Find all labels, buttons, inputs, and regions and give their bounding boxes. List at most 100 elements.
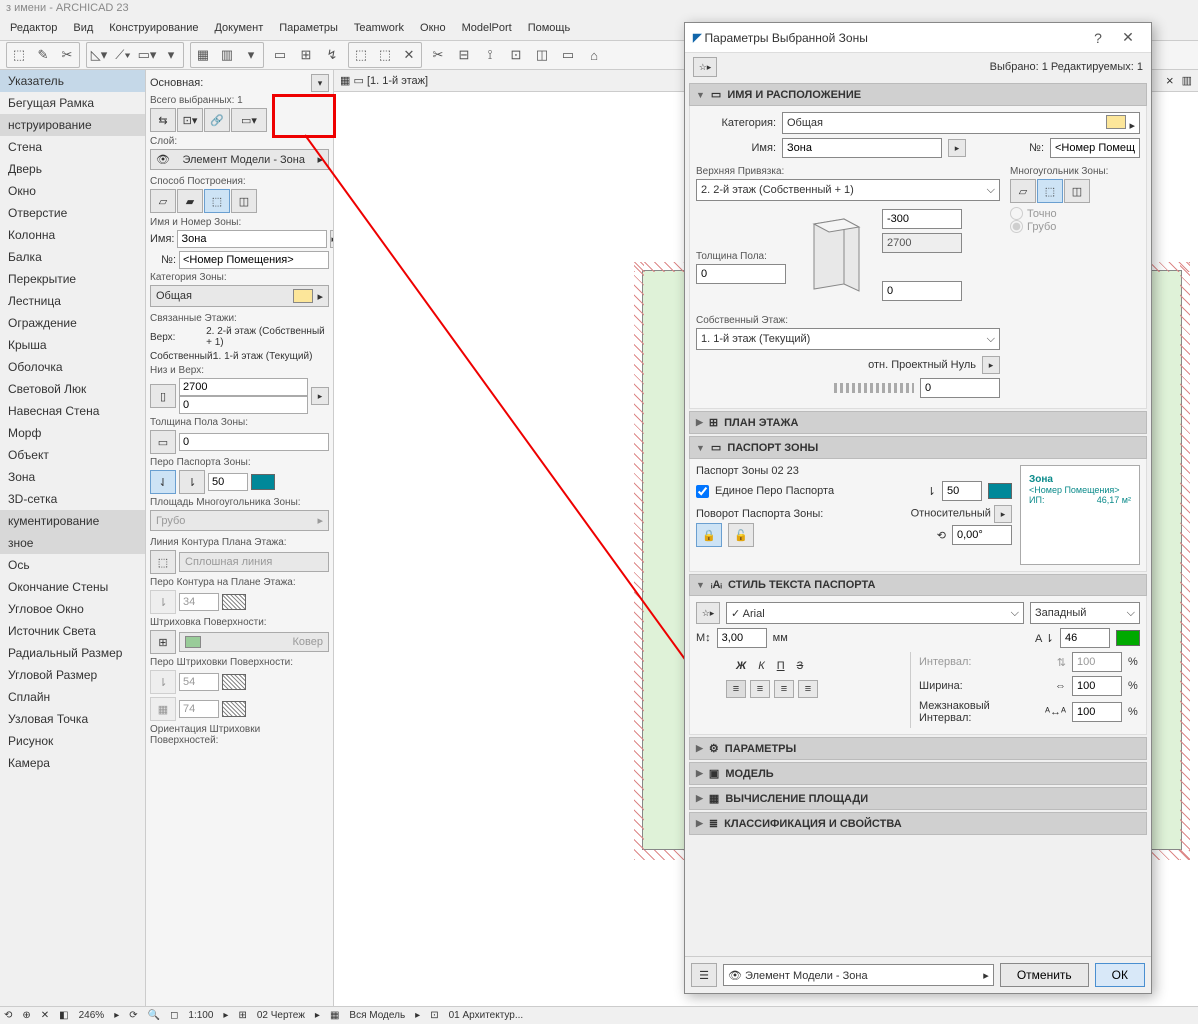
tool-btn[interactable]: ⊡ [504,43,528,67]
group-header-design[interactable]: нструирование [0,114,145,136]
tool-btn[interactable]: ⟋▾ [111,43,135,67]
geom-method-btn[interactable]: ◫ [231,189,257,213]
ok-button[interactable]: ОК [1095,963,1145,987]
tool-roof[interactable]: Крыша [0,334,145,356]
tool-railing[interactable]: Ограждение [0,312,145,334]
status-icon[interactable]: ⊡ [430,1010,438,1021]
tab-list-btn[interactable]: ▥ [1182,74,1192,87]
char-spacing-input[interactable] [1072,702,1122,722]
arrow-btn[interactable]: ▸ [948,139,966,157]
tool-radial-dim[interactable]: Радиальный Размер [0,642,145,664]
favorite-button[interactable]: ☆▸ [693,57,717,77]
section-area-calc[interactable]: ▶▦ВЫЧИСЛЕНИЕ ПЛОЩАДИ [689,787,1147,810]
text-pen-input[interactable] [1060,628,1110,648]
hatch-toggle[interactable]: ⊞ [150,630,176,654]
menu-item[interactable]: Документ [214,22,263,38]
pen-btn[interactable]: ⇂ [179,470,205,494]
menu-item[interactable]: Параметры [279,22,338,38]
model-scope[interactable]: Вся Модель [349,1010,405,1021]
zoom-value[interactable]: 246% [79,1010,105,1021]
dialog-title-bar[interactable]: ◤ Параметры Выбранной Зоны ? ✕ [685,23,1151,53]
bold-btn[interactable]: Ж [736,660,746,672]
scale-value[interactable]: 1:100 [188,1010,213,1021]
view-name[interactable]: 02 Чертеж [257,1010,305,1021]
hatch-dropdown[interactable]: Ковер [179,632,329,652]
menu-item[interactable]: Редактор [10,22,57,38]
status-icon[interactable]: 🔍 [148,1010,160,1021]
tool-btn[interactable]: ✕ [397,43,421,67]
tool-object[interactable]: Объект [0,444,145,466]
menu-item[interactable]: Конструирование [109,22,198,38]
tool-zone[interactable]: Зона [0,466,145,488]
tool-btn[interactable]: ✎ [31,43,55,67]
zone-number-input[interactable] [179,251,329,269]
menu-item[interactable]: ModelPort [462,22,512,38]
poly-method-btn[interactable]: ◫ [1064,179,1090,203]
tool-btn[interactable]: ⬚ [7,43,31,67]
tool-btn[interactable]: ◺▾ [87,43,111,67]
pen-swatch[interactable] [222,594,246,610]
align-center-btn[interactable]: ≡ [750,680,770,698]
cancel-button[interactable]: Отменить [1000,963,1089,987]
section-text-style[interactable]: ▼ᵢAᵢСТИЛЬ ТЕКСТА ПАСПОРТА [689,574,1147,596]
tool-btn[interactable]: ✂ [426,43,450,67]
tool-lamp[interactable]: Источник Света [0,620,145,642]
rotate-mode-btn[interactable]: 🔒 [696,523,722,547]
floor-thickness-input[interactable] [179,433,329,451]
align-left-btn[interactable]: ≡ [726,680,746,698]
info-btn[interactable]: ⊡▾ [177,108,203,132]
tool-cornerwindow[interactable]: Угловое Окно [0,598,145,620]
arrow-btn[interactable]: ▸ [311,387,329,405]
radio-rough[interactable]: Грубо [1010,220,1140,233]
tool-column[interactable]: Колонна [0,224,145,246]
pen-swatch[interactable] [1116,630,1140,646]
menu-item[interactable]: Вид [73,22,93,38]
section-model[interactable]: ▶▣МОДЕЛЬ [689,762,1147,785]
tool-mesh[interactable]: 3D-сетка [0,488,145,510]
hatch-pen-input[interactable] [179,673,219,691]
pen-swatch[interactable] [988,483,1012,499]
category-dropdown[interactable]: Общая▸ [150,285,329,307]
align-right-btn[interactable]: ≡ [774,680,794,698]
tool-beam[interactable]: Балка [0,246,145,268]
status-icon[interactable]: ◧ [59,1010,68,1021]
document-tab[interactable]: [1. 1-й этаж] [367,75,428,87]
radio-exact[interactable]: Точно [1010,207,1140,220]
tool-btn[interactable]: ▾ [159,43,183,67]
stamp-pen-input[interactable] [208,473,248,491]
status-icon[interactable]: ▦ [330,1010,339,1021]
tool-pointer[interactable]: Указатель [0,70,145,92]
tool-btn[interactable]: ⌂ [582,43,606,67]
layer-select[interactable]: Элемент Модели - Зона▸ [723,964,994,986]
status-icon[interactable]: ◻ [170,1010,178,1021]
section-classification[interactable]: ▶≣КЛАССИФИКАЦИЯ И СВОЙСТВА [689,812,1147,835]
tool-spline[interactable]: Сплайн [0,686,145,708]
infobox-menu-btn[interactable]: ▾ [311,74,329,92]
info-btn[interactable]: 🔗 [204,108,230,132]
tool-grid[interactable]: Ось [0,554,145,576]
linetype-dropdown[interactable]: Сплошная линия [179,552,329,572]
status-icon[interactable]: ⊕ [22,1010,30,1021]
tool-angle-dim[interactable]: Угловой Размер [0,664,145,686]
close-tab-btn[interactable]: × [1166,73,1174,88]
geom-method-btn[interactable]: ⬚ [204,189,230,213]
tool-btn[interactable]: ⬚ [349,43,373,67]
favorite-btn[interactable]: ☆▸ [696,602,720,624]
outline-icon[interactable]: ⬚ [150,550,176,574]
tool-btn[interactable]: ↯ [320,43,344,67]
pen-swatch[interactable] [251,474,275,490]
menu-item[interactable]: Помощь [528,22,571,38]
tool-btn[interactable]: ▭▾ [135,43,159,67]
tool-btn[interactable]: ▾ [239,43,263,67]
tool-btn[interactable]: ▥ [215,43,239,67]
tool-wall[interactable]: Стена [0,136,145,158]
tool-curtainwall[interactable]: Навесная Стена [0,400,145,422]
tool-btn[interactable]: ⊞ [294,43,318,67]
arrow-btn[interactable]: ▸ [994,505,1012,523]
pen-swatch[interactable] [222,701,246,717]
tool-door[interactable]: Дверь [0,158,145,180]
pen-swatch[interactable] [222,674,246,690]
category-select[interactable]: Общая ▸ [782,112,1140,134]
menu-item[interactable]: Окно [420,22,446,38]
italic-btn[interactable]: К [758,660,764,672]
